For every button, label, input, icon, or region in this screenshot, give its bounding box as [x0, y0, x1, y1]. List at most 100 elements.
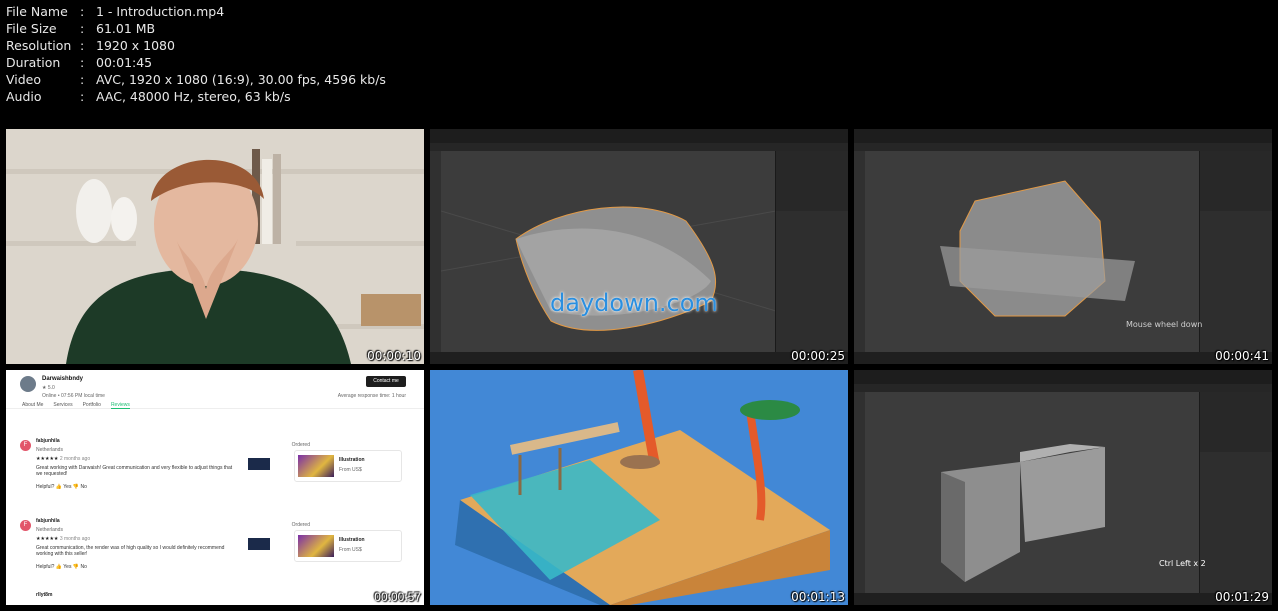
thumbnail-timestamp: 00:00:25 [791, 349, 845, 363]
file-info-row: File Size:61.01 MB [6, 20, 386, 37]
profile-tabs: About Me Services Portfolio Reviews [22, 402, 130, 409]
blender-timeline [430, 352, 848, 364]
thumbnail-5[interactable]: 00:01:13 [430, 370, 848, 605]
review-helpful: Helpful? 👍 Yes 👎 No [36, 564, 87, 570]
tab-portfolio[interactable]: Portfolio [83, 402, 101, 409]
thumbnail-3[interactable]: Mouse wheel down 00:00:41 [854, 129, 1272, 364]
ordered-item-price: From US$ [339, 547, 362, 553]
file-info-value: 61.01 MB [96, 21, 156, 36]
blender-viewport [441, 151, 776, 352]
file-info-separator: : [80, 89, 85, 104]
file-info-row: Resolution:1920 x 1080 [6, 37, 386, 54]
thumbnail-timestamp: 00:01:29 [1215, 590, 1269, 604]
avatar [20, 376, 36, 392]
file-info-row: Duration:00:01:45 [6, 54, 386, 71]
tab-about[interactable]: About Me [22, 402, 43, 409]
file-info-value: AVC, 1920 x 1080 (16:9), 30.00 fps, 4596… [96, 72, 386, 87]
file-info-key: Video [6, 72, 42, 87]
thumbnail-2[interactable]: daydown.com 00:00:25 [430, 129, 848, 364]
blender-header [854, 384, 1272, 392]
seller-rating: ★ 5.0 [42, 385, 55, 391]
blender-properties [1199, 452, 1272, 593]
ordered-item-title: Illustration [339, 457, 365, 463]
seller-local-time: Online • 07:56 PM local time [42, 393, 105, 399]
ordered-item-card[interactable]: Illustration From US$ [294, 530, 402, 562]
tab-services[interactable]: Services [53, 402, 72, 409]
blender-timeline [854, 593, 1272, 605]
blender-timeline [854, 352, 1272, 364]
wall-mesh [941, 444, 1105, 582]
thumbnail-timestamp: 00:00:41 [1215, 349, 1269, 363]
file-info-row: Video: AVC, 1920 x 1080 (16:9), 30.00 fps… [6, 71, 386, 88]
file-info-separator: : [80, 72, 85, 87]
file-info-key: File Size [6, 21, 57, 36]
island-render-image [430, 370, 848, 605]
blender-outliner [1199, 392, 1272, 452]
thumbnail-timestamp: 00:01:13 [791, 590, 845, 604]
blender-toolbar [854, 151, 865, 352]
blender-outliner [1199, 151, 1272, 211]
blender-properties [1199, 211, 1272, 352]
blender-properties [775, 211, 848, 352]
file-info-value: 00:01:45 [96, 55, 153, 70]
thumbnail-timestamp: 00:00:57 [374, 590, 421, 604]
reviewer-avatar: F [20, 440, 31, 451]
reviewer-name: fabjunhila [36, 518, 60, 524]
reviewer-name: fabjunhila [36, 438, 60, 444]
ordered-item-price: From US$ [339, 467, 362, 473]
file-info-row: File Name:1 - Introduction.mp4 [6, 3, 386, 20]
ordered-item-title: Illustration [339, 537, 365, 543]
thumbnail-1[interactable]: 00:00:10 [6, 129, 424, 364]
presenter-frame-image [6, 129, 424, 364]
file-info-key: Resolution [6, 38, 72, 53]
review-stars: ★★★★★ 3 months ago [36, 536, 91, 542]
blender-header [854, 143, 1272, 151]
file-info-value: 1 - Introduction.mp4 [96, 4, 225, 19]
review-item: F fabjunhila Netherlands ★★★★★ 3 months … [18, 512, 408, 582]
file-info-panel: File Name:1 - Introduction.mp4 File Size:… [6, 3, 386, 105]
file-info-row: Audio: AAC, 48000 Hz, stereo, 63 kb/s [6, 88, 386, 105]
file-info-key: File Name [6, 4, 68, 19]
file-info-key: Audio [6, 89, 42, 104]
blender-toolbar [430, 151, 441, 352]
pillow-mesh [441, 206, 776, 331]
thumbnail-6[interactable]: Ctrl Left x 2 00:01:29 [854, 370, 1272, 605]
ordered-item-image [298, 455, 334, 477]
seller-name: Darwaishbndy [42, 376, 84, 382]
file-info-value: 1920 x 1080 [96, 38, 175, 53]
blender-menu-bar [430, 129, 848, 143]
key-overlay: Mouse wheel down [1126, 320, 1203, 329]
file-info-separator: : [80, 55, 85, 70]
file-info-separator: : [80, 38, 85, 53]
review-stars: ★★★★★ 2 months ago [36, 456, 91, 462]
ordered-label: Ordered [291, 442, 310, 448]
ordered-item-card[interactable]: Illustration From US$ [294, 450, 402, 482]
blender-menu-bar [854, 129, 1272, 143]
review-helpful: Helpful? 👍 Yes 👎 No [36, 484, 87, 490]
file-info-separator: : [80, 4, 85, 19]
blender-viewport [865, 392, 1200, 593]
review-item: F fabjunhila Netherlands ★★★★★ 2 months … [18, 432, 408, 502]
contact-me-button[interactable]: Contact me [366, 376, 406, 387]
review-text: Great working with Darwaish! Great commu… [36, 465, 233, 477]
file-info-key: Duration [6, 55, 61, 70]
blender-menu-bar [854, 370, 1272, 384]
thumbnail-4[interactable]: Darwaishbndy ★ 5.0 Online • 07:56 PM loc… [6, 370, 424, 605]
blender-header [430, 143, 848, 151]
review-text: Great communication, the render was of h… [36, 545, 225, 557]
response-time: Average response time: 1 hour [337, 393, 406, 399]
file-info-value: AAC, 48000 Hz, stereo, 63 kb/s [96, 89, 291, 104]
reviewer-avatar: F [20, 520, 31, 531]
thumbnail-timestamp: 00:00:10 [367, 349, 421, 363]
reviewer-country: Netherlands [36, 447, 63, 453]
ordered-item-image [298, 535, 334, 557]
reviewer-name: rllyt8m [36, 592, 53, 598]
review-thumbnail [248, 458, 270, 470]
blender-toolbar [854, 392, 865, 593]
reviewer-country: Netherlands [36, 527, 63, 533]
key-overlay: Ctrl Left x 2 [1159, 559, 1206, 568]
review-thumbnail [248, 538, 270, 550]
ordered-label: Ordered [291, 522, 310, 528]
profile-header: Darwaishbndy ★ 5.0 Online • 07:56 PM loc… [6, 370, 424, 409]
tab-reviews[interactable]: Reviews [110, 402, 130, 409]
